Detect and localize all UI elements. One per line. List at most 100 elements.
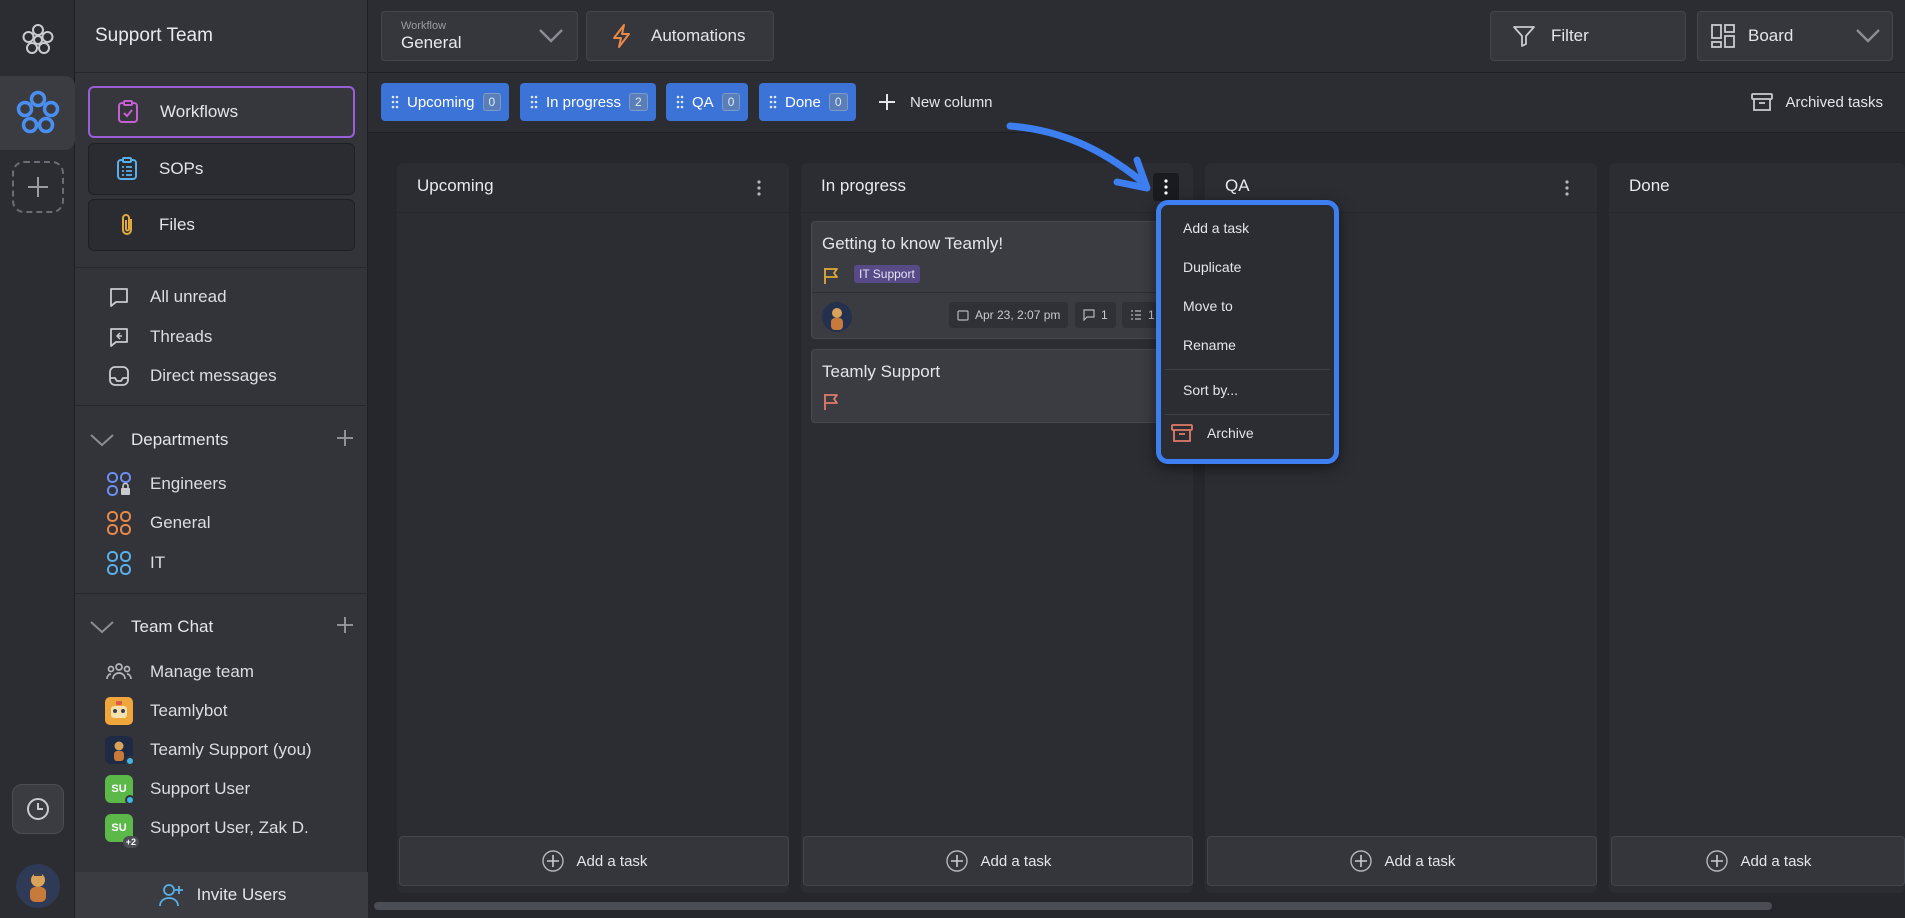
plus-icon: [28, 177, 48, 197]
menu-item-rename[interactable]: Rename: [1183, 337, 1236, 353]
archived-label: Archived tasks: [1785, 93, 1883, 111]
column-title: In progress: [821, 176, 907, 195]
sidebar-item-teamlybot[interactable]: Teamlybot: [105, 696, 227, 726]
chip-count: 0: [721, 93, 741, 111]
top-toolbar: Workflow General Automations Filter Boar…: [368, 0, 1905, 73]
chat-bubble-icon: [105, 283, 133, 311]
task-card[interactable]: Getting to know Teamly! IT Support Apr 2…: [811, 221, 1184, 339]
workflow-caption: Workflow: [401, 19, 447, 32]
plus-icon: [337, 429, 353, 446]
chevron-down-icon: [539, 29, 563, 43]
history-button[interactable]: [12, 784, 64, 834]
column-chip-qa[interactable]: QA 0: [666, 83, 749, 121]
sidebar-item-workflows[interactable]: Workflows: [88, 86, 355, 138]
workspace-rail: [0, 0, 75, 918]
kebab-icon: [757, 180, 761, 196]
sidebar-item-label: IT: [150, 553, 166, 572]
clock-icon: [27, 798, 49, 820]
sidebar-item-threads[interactable]: Threads: [105, 322, 212, 352]
user-avatar[interactable]: [16, 864, 60, 908]
new-column-button[interactable]: New column: [878, 83, 993, 121]
kebab-icon: [1565, 180, 1569, 196]
menu-item-add-task[interactable]: Add a task: [1183, 220, 1249, 236]
archived-tasks-button[interactable]: Archived tasks: [1751, 83, 1883, 121]
avatar: SU: [105, 775, 135, 805]
plus-circle-icon: [541, 849, 565, 873]
due-date[interactable]: Apr 23, 2:07 pm: [949, 302, 1069, 328]
column-chip-upcoming[interactable]: Upcoming 0: [381, 83, 510, 121]
sidebar-item-label: Teamly Support (you): [150, 740, 312, 759]
flag-icon[interactable]: [822, 392, 842, 412]
workflow-select[interactable]: Workflow General: [381, 11, 578, 61]
automations-button[interactable]: Automations: [586, 11, 774, 61]
column-menu-button[interactable]: [1557, 177, 1577, 199]
column-menu-button[interactable]: [1153, 173, 1179, 201]
add-user-icon: [157, 882, 185, 908]
group-avatar: SU +2: [105, 814, 139, 848]
column-chip-done[interactable]: Done 0: [759, 83, 856, 121]
task-title: Teamly Support: [822, 362, 941, 381]
sidebar-item-all-unread[interactable]: All unread: [105, 282, 227, 312]
menu-item-archive[interactable]: Archive: [1171, 423, 1254, 443]
column-done: Done Add a task: [1609, 163, 1905, 893]
task-tag[interactable]: IT Support: [854, 265, 920, 283]
drag-handle-icon[interactable]: [530, 95, 538, 109]
chip-count: 2: [629, 93, 648, 111]
workspace-icon[interactable]: [12, 88, 64, 140]
team-chat-section-header[interactable]: Team Chat: [89, 612, 354, 642]
assignee-avatar[interactable]: [822, 302, 852, 332]
task-title: Getting to know Teamly!: [822, 234, 1004, 253]
flag-icon[interactable]: [822, 266, 842, 286]
sidebar-item-direct-messages[interactable]: Direct messages: [105, 361, 277, 391]
add-task-label: Add a task: [1740, 852, 1812, 870]
sidebar-item-sops[interactable]: SOPs: [88, 143, 355, 195]
add-task-button[interactable]: Add a task: [1207, 836, 1597, 886]
sidebar-item-general[interactable]: General: [105, 508, 210, 538]
view-select[interactable]: Board: [1697, 11, 1893, 61]
sidebar-item-label: General: [150, 513, 211, 532]
drag-handle-icon[interactable]: [676, 95, 684, 109]
comment-icon: [1083, 309, 1095, 321]
menu-item-duplicate[interactable]: Duplicate: [1183, 259, 1241, 275]
sidebar-item-label: Files: [159, 215, 195, 234]
automations-label: Automations: [651, 26, 746, 45]
comment-count[interactable]: 1: [1075, 302, 1116, 328]
chevron-down-icon: [89, 432, 115, 448]
add-task-button[interactable]: Add a task: [1611, 836, 1905, 886]
drag-handle-icon[interactable]: [391, 95, 399, 109]
sidebar-item-files[interactable]: Files: [88, 199, 355, 251]
invite-users-button[interactable]: Invite Users: [75, 872, 368, 918]
drag-handle-icon[interactable]: [769, 95, 777, 109]
divider: [397, 212, 789, 213]
menu-item-move-to[interactable]: Move to: [1183, 298, 1233, 314]
bot-avatar-icon: [105, 697, 133, 725]
add-task-button[interactable]: Add a task: [399, 836, 789, 886]
sidebar-item-it[interactable]: IT: [105, 548, 165, 578]
sidebar-item-support-user[interactable]: SU Support User: [105, 774, 250, 805]
plus-circle-icon: [945, 849, 969, 873]
add-workspace-button[interactable]: [12, 161, 64, 213]
departments-section-header[interactable]: Departments: [89, 425, 354, 455]
sidebar-item-engineers[interactable]: Engineers: [105, 469, 227, 499]
invite-label: Invite Users: [196, 885, 287, 904]
sidebar-item-teamly-support[interactable]: Teamly Support (you): [105, 735, 312, 766]
subtask-count-text: 1: [1148, 308, 1155, 322]
column-menu-button[interactable]: [749, 177, 769, 199]
divider: [801, 212, 1193, 213]
add-task-button[interactable]: Add a task: [803, 836, 1193, 886]
chip-label: Done: [785, 93, 821, 111]
calendar-icon: [957, 309, 969, 321]
sidebar-item-label: Engineers: [150, 474, 227, 493]
avatar-initials: SU: [111, 822, 127, 834]
task-card[interactable]: Teamly Support: [811, 349, 1183, 423]
sidebar-item-manage-team[interactable]: Manage team: [105, 657, 254, 687]
team-icon: [105, 658, 133, 686]
horizontal-scrollbar[interactable]: [374, 902, 1772, 910]
divider: [812, 292, 1184, 293]
filter-button[interactable]: Filter: [1490, 11, 1686, 61]
column-chip-in-progress[interactable]: In progress 2: [520, 83, 656, 121]
menu-item-sort-by[interactable]: Sort by...: [1183, 382, 1238, 398]
sidebar-item-group-chat[interactable]: SU +2 Support User, Zak D.: [105, 813, 309, 848]
add-chat-button[interactable]: [336, 616, 354, 639]
add-department-button[interactable]: [336, 429, 354, 452]
